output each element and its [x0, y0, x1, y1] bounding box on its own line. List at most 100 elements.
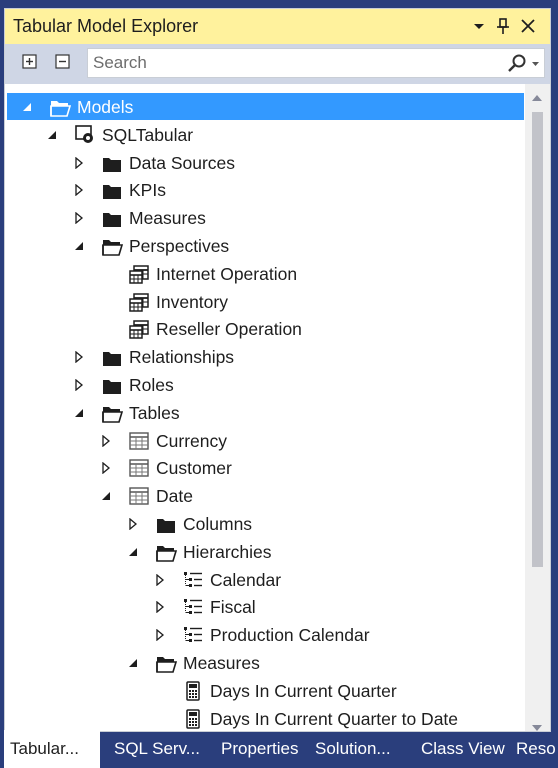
tree-item-hierarchies[interactable]: Hierarchies — [5, 538, 525, 565]
tree-item-date[interactable]: Date — [5, 482, 525, 509]
measure-icon — [182, 680, 204, 702]
search-box — [87, 48, 545, 78]
collapse-arrow-icon[interactable] — [73, 406, 85, 418]
hierarchy-icon — [182, 596, 204, 618]
expand-arrow-icon[interactable] — [73, 350, 85, 364]
tree-item-reseller-operation[interactable]: Reseller Operation — [5, 315, 525, 342]
folder-open-icon — [101, 235, 124, 257]
tab-solution[interactable]: Solution... — [309, 730, 401, 768]
panel-title-bar[interactable]: Tabular Model Explorer — [5, 9, 550, 44]
plus-box-icon — [22, 54, 37, 69]
tree-item-label: Date — [156, 486, 193, 507]
collapse-arrow-icon[interactable] — [73, 239, 85, 251]
tree-item-label: Internet Operation — [156, 263, 298, 284]
expand-arrow-icon[interactable] — [73, 183, 85, 197]
pin-icon — [497, 18, 509, 34]
table-icon — [128, 430, 150, 452]
expand-all-button[interactable] — [21, 53, 39, 71]
tree-item-production-calendar[interactable]: Production Calendar — [5, 621, 525, 648]
tree-item-label: Calendar — [210, 569, 282, 590]
search-options-button[interactable] — [502, 53, 542, 75]
folder-open-icon — [49, 96, 72, 118]
expand-arrow-icon[interactable] — [154, 573, 166, 586]
tree-item-label: Production Calendar — [210, 625, 370, 646]
tree-item-label: Hierarchies — [183, 541, 272, 562]
tree-item-label: Tables — [129, 402, 180, 423]
collapse-arrow-icon[interactable] — [127, 656, 139, 668]
collapse-arrow-icon[interactable] — [21, 100, 33, 112]
collapse-arrow-icon[interactable] — [100, 489, 112, 501]
tree-item-fiscal[interactable]: Fiscal — [5, 593, 525, 620]
folder-open-icon — [155, 541, 178, 563]
tree-item-label: Inventory — [156, 291, 228, 312]
expand-arrow-icon[interactable] — [154, 600, 166, 614]
tree-item-data-sources[interactable]: Data Sources — [5, 149, 525, 176]
tabular-model-icon — [74, 124, 96, 146]
folder-icon — [101, 346, 123, 368]
tree-item-measures[interactable]: Measures — [5, 649, 525, 676]
close-icon — [521, 19, 535, 33]
folder-icon — [101, 207, 123, 229]
auto-hide-pin-button[interactable] — [492, 13, 514, 39]
search-input[interactable] — [88, 49, 493, 77]
expand-arrow-icon[interactable] — [73, 156, 85, 169]
tree-item-relationships[interactable]: Relationships — [5, 343, 525, 370]
tree-item-days-in-current-quarter[interactable]: Days In Current Quarter — [5, 677, 525, 704]
folder-icon — [101, 179, 123, 201]
tree-item-columns[interactable]: Columns — [5, 510, 525, 537]
tree-item-models[interactable]: Models — [7, 93, 524, 120]
expand-arrow-icon[interactable] — [73, 211, 85, 225]
scrollbar-thumb[interactable] — [532, 112, 543, 567]
folder-icon — [155, 513, 177, 535]
hierarchy-icon — [182, 569, 204, 591]
panel-title: Tabular Model Explorer — [13, 16, 199, 36]
expand-arrow-icon[interactable] — [127, 517, 139, 531]
tree-item-kpis[interactable]: KPIs — [5, 176, 525, 203]
tree-item-label: Reseller Operation — [156, 319, 302, 340]
tree-item-inventory[interactable]: Inventory — [5, 288, 525, 315]
tree-item-sqltabular[interactable]: SQLTabular — [5, 121, 525, 148]
collapse-all-button[interactable] — [54, 53, 72, 71]
tabular-model-explorer-panel: Tabular Model Explorer Search Models SQL… — [4, 8, 551, 732]
tree-item-currency[interactable]: Currency — [5, 427, 525, 454]
tree-item-tables[interactable]: Tables — [5, 399, 525, 426]
tree-item-internet-operation[interactable]: Internet Operation — [5, 260, 525, 287]
tree-item-label: Models — [77, 97, 134, 117]
search-icon — [508, 54, 539, 72]
folder-icon — [101, 152, 123, 174]
dropdown-arrow-icon — [474, 24, 484, 29]
model-tree-view[interactable]: Models SQLTabular Data Sources KPIs Measures… — [5, 84, 525, 731]
vertical-scrollbar[interactable] — [525, 84, 550, 731]
scroll-up-arrow-icon[interactable] — [531, 92, 543, 104]
expand-arrow-icon[interactable] — [73, 378, 85, 392]
window-position-menu-button[interactable] — [468, 13, 490, 39]
tree-item-roles[interactable]: Roles — [5, 371, 525, 398]
tree-item-calendar[interactable]: Calendar — [5, 566, 525, 593]
perspective-icon — [128, 291, 150, 313]
tab-reso[interactable]: Reso — [510, 730, 558, 768]
tree-item-label: Roles — [129, 375, 174, 395]
tab-properties[interactable]: Properties — [215, 730, 309, 768]
tree-item-label: Perspectives — [129, 236, 230, 256]
tab-sql-serv[interactable]: SQL Serv... — [108, 730, 210, 768]
tree-item-customer[interactable]: Customer — [5, 454, 525, 481]
tool-window-tab-strip: Tabular... SQL Serv... Properties Solution.… — [0, 730, 558, 768]
tab-tabular[interactable]: Tabular... — [4, 730, 100, 768]
measure-icon — [182, 708, 204, 730]
tree-item-label: KPIs — [129, 180, 166, 201]
expand-arrow-icon[interactable] — [154, 628, 166, 642]
tab-class-view[interactable]: Class View — [415, 730, 508, 768]
tree-item-label: Currency — [156, 430, 227, 451]
tree-item-label: Relationships — [129, 347, 235, 368]
panel-toolbar — [5, 44, 550, 84]
expand-arrow-icon[interactable] — [100, 461, 112, 475]
close-panel-button[interactable] — [517, 13, 539, 39]
expand-arrow-icon[interactable] — [100, 434, 112, 447]
collapse-arrow-icon[interactable] — [127, 545, 139, 557]
tree-item-label: Customer — [156, 458, 232, 479]
collapse-arrow-icon[interactable] — [46, 128, 58, 140]
table-icon — [128, 485, 150, 507]
tree-item-perspectives[interactable]: Perspectives — [5, 232, 525, 259]
tree-item-days-in-current-quarter-to-date[interactable]: Days In Current Quarter to Date — [5, 705, 525, 731]
tree-item-measures[interactable]: Measures — [5, 204, 525, 231]
